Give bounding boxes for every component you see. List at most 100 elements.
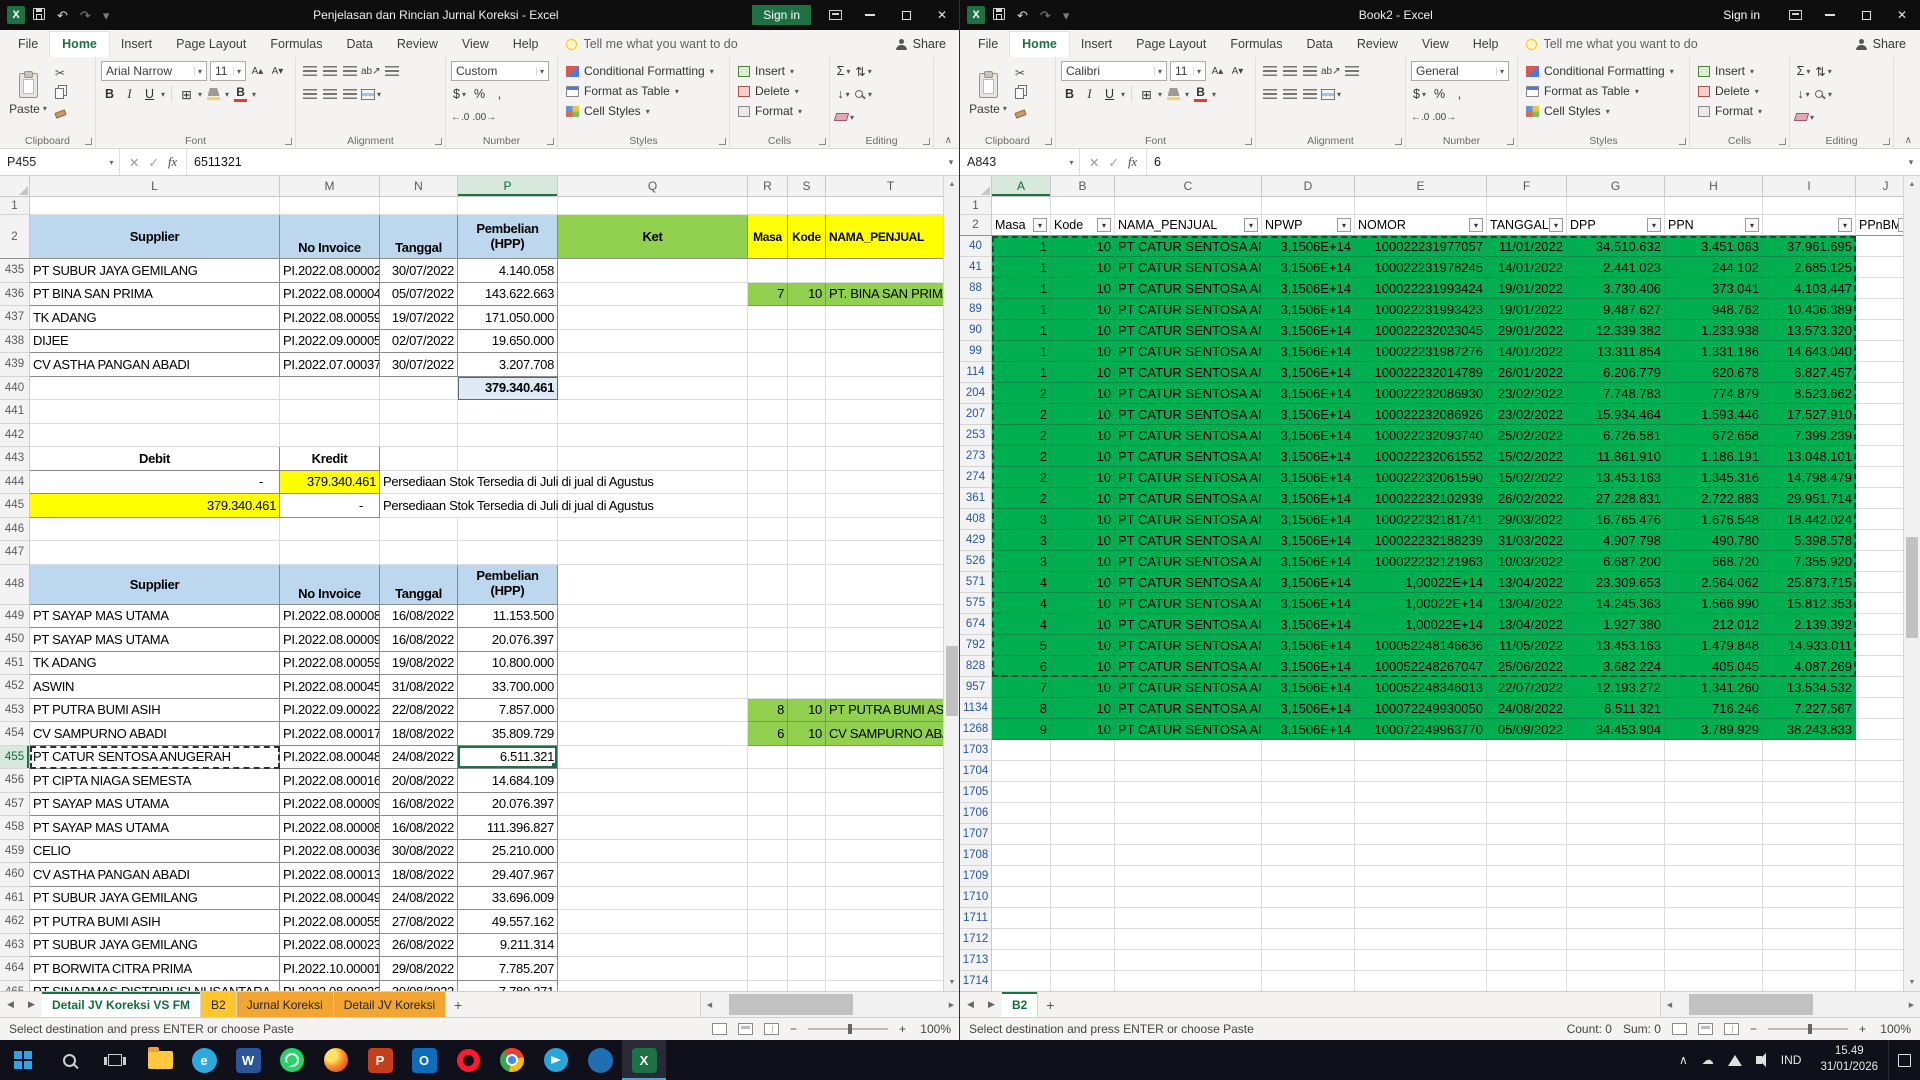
cell-S437[interactable] xyxy=(788,306,826,330)
cell-A674[interactable]: 4 xyxy=(992,614,1051,635)
cell-R459[interactable] xyxy=(748,840,788,864)
cell-H1711[interactable] xyxy=(1665,908,1763,929)
cell-E1710[interactable] xyxy=(1355,887,1487,908)
orientation-button[interactable]: ab↗ xyxy=(1321,62,1341,80)
dialog-launcher-icon[interactable] xyxy=(1507,138,1514,145)
cell-R435[interactable] xyxy=(748,259,788,283)
cell-D1707[interactable] xyxy=(1262,824,1355,845)
insert-cells-button[interactable]: Insert▾ xyxy=(735,61,824,81)
cell-F571[interactable]: 13/04/2022 xyxy=(1487,572,1567,593)
cell-B41[interactable]: 10 xyxy=(1051,257,1115,278)
cell-C575[interactable]: PT CATUR SENTOSA ANUGERAH xyxy=(1115,593,1262,614)
cell-C1711[interactable] xyxy=(1115,908,1262,929)
cell-D90[interactable]: 3,1506E+14 xyxy=(1262,320,1355,341)
cell-E1708[interactable] xyxy=(1355,845,1487,866)
ribbon-tab-review[interactable]: Review xyxy=(1345,32,1410,57)
cell-C408[interactable]: PT CATUR SENTOSA ANUGERAH xyxy=(1115,509,1262,530)
cut-button[interactable]: ✂ xyxy=(1015,67,1026,79)
cell-B1712[interactable] xyxy=(1051,929,1115,950)
cell-G674[interactable]: 1.927.380 xyxy=(1567,614,1665,635)
cell-D274[interactable]: 3,1506E+14 xyxy=(1262,467,1355,488)
cell-L456[interactable]: PT CIPTA NIAGA SEMESTA xyxy=(30,769,280,793)
cell-B1709[interactable] xyxy=(1051,866,1115,887)
cell-Q442[interactable] xyxy=(558,424,748,448)
cell-Q451[interactable] xyxy=(558,652,748,676)
cell-B253[interactable]: 10 xyxy=(1051,425,1115,446)
cell-F207[interactable]: 23/02/2022 xyxy=(1487,404,1567,425)
cell-S456[interactable] xyxy=(788,769,826,793)
cell-A1709[interactable] xyxy=(992,866,1051,887)
conditional-formatting-button[interactable]: Conditional Formatting▾ xyxy=(563,61,724,81)
cell-S465[interactable] xyxy=(788,981,826,992)
cell-G253[interactable]: 6.726.581 xyxy=(1567,425,1665,446)
insert-cells-button[interactable]: Insert▾ xyxy=(1695,61,1784,81)
cell-B1713[interactable] xyxy=(1051,950,1115,971)
cell-C207[interactable]: PT CATUR SENTOSA ANUGERAH xyxy=(1115,404,1262,425)
column-header-I[interactable]: I xyxy=(1763,176,1856,196)
cell-B957[interactable]: 10 xyxy=(1051,677,1115,698)
dialog-launcher-icon[interactable] xyxy=(85,138,92,145)
cell-D1703[interactable] xyxy=(1262,740,1355,761)
cell-R446[interactable] xyxy=(748,518,788,542)
row-header-452[interactable]: 452 xyxy=(0,675,30,699)
cell-J88[interactable] xyxy=(1856,278,1903,299)
row-header-1708[interactable]: 1708 xyxy=(960,845,992,866)
accounting-format-button[interactable]: $▾ xyxy=(451,85,468,103)
italic-button[interactable]: I xyxy=(1081,85,1098,103)
cell-R440[interactable] xyxy=(748,377,788,401)
cell-Q435[interactable] xyxy=(558,259,748,283)
cell-I361[interactable]: 29.951.714 xyxy=(1763,488,1856,509)
cell-M448[interactable]: No Invoice xyxy=(280,565,380,605)
cell-C204[interactable]: PT CATUR SENTOSA ANUGERAH xyxy=(1115,383,1262,404)
cell-J361[interactable] xyxy=(1856,488,1903,509)
language-indicator[interactable]: IND xyxy=(1772,1053,1811,1067)
cell-R460[interactable] xyxy=(748,863,788,887)
cell-I1707[interactable] xyxy=(1763,824,1856,845)
cell-S457[interactable] xyxy=(788,793,826,817)
cell-R437[interactable] xyxy=(748,306,788,330)
cell-L448[interactable]: Supplier xyxy=(30,565,280,605)
dialog-launcher-icon[interactable] xyxy=(1045,138,1052,145)
cell-P437[interactable]: 171.050.000 xyxy=(458,306,558,330)
cell-J204[interactable] xyxy=(1856,383,1903,404)
cell-R449[interactable] xyxy=(748,605,788,629)
cell-N437[interactable]: 19/07/2022 xyxy=(380,306,458,330)
cell-N449[interactable]: 16/08/2022 xyxy=(380,605,458,629)
cell-T451[interactable] xyxy=(826,652,943,676)
cell-J571[interactable] xyxy=(1856,572,1903,593)
qat-customize-button[interactable]: ▾ xyxy=(103,9,110,22)
cell-M1[interactable] xyxy=(280,197,380,215)
cell-L436[interactable]: PT BINA SAN PRIMA xyxy=(30,283,280,307)
cell-F429[interactable]: 31/03/2022 xyxy=(1487,530,1567,551)
cell-I1704[interactable] xyxy=(1763,761,1856,782)
cell-B575[interactable]: 10 xyxy=(1051,593,1115,614)
sheet-tab-b2[interactable]: B2 xyxy=(201,992,237,1017)
cell-D204[interactable]: 3,1506E+14 xyxy=(1262,383,1355,404)
cell-A1703[interactable] xyxy=(992,740,1051,761)
cell-S445[interactable] xyxy=(788,494,826,518)
cell-J2[interactable]: PPnBM▾ xyxy=(1856,215,1903,236)
cell-L461[interactable]: PT SUBUR JAYA GEMILANG xyxy=(30,887,280,911)
cell-Q455[interactable] xyxy=(558,746,748,770)
cell-S449[interactable] xyxy=(788,605,826,629)
cell-D114[interactable]: 3,1506E+14 xyxy=(1262,362,1355,383)
row-header-1[interactable]: 1 xyxy=(0,197,30,215)
cell-E114[interactable]: 100022232014789 xyxy=(1355,362,1487,383)
tell-me-box[interactable]: Tell me what you want to do xyxy=(1526,37,1697,57)
column-header-G[interactable]: G xyxy=(1567,176,1665,196)
column-header-C[interactable]: C xyxy=(1115,176,1262,196)
cell-M444[interactable]: 379.340.461 xyxy=(280,471,380,495)
cell-R445[interactable] xyxy=(748,494,788,518)
minimize-button[interactable] xyxy=(1812,0,1848,30)
ribbon-tab-formulas[interactable]: Formulas xyxy=(258,32,334,57)
row-header-429[interactable]: 429 xyxy=(960,530,992,551)
cell-T454[interactable]: CV SAMPURNO ABADI xyxy=(826,722,943,746)
cell-Q463[interactable] xyxy=(558,934,748,958)
cell-L439[interactable]: CV ASTHA PANGAN ABADI xyxy=(30,353,280,377)
cell-M456[interactable]: PI.2022.08.00016 xyxy=(280,769,380,793)
cell-E1711[interactable] xyxy=(1355,908,1487,929)
ribbon-tab-data[interactable]: Data xyxy=(334,32,384,57)
row-header-438[interactable]: 438 xyxy=(0,330,30,354)
row-header-437[interactable]: 437 xyxy=(0,306,30,330)
align-left-button[interactable] xyxy=(1261,85,1278,103)
